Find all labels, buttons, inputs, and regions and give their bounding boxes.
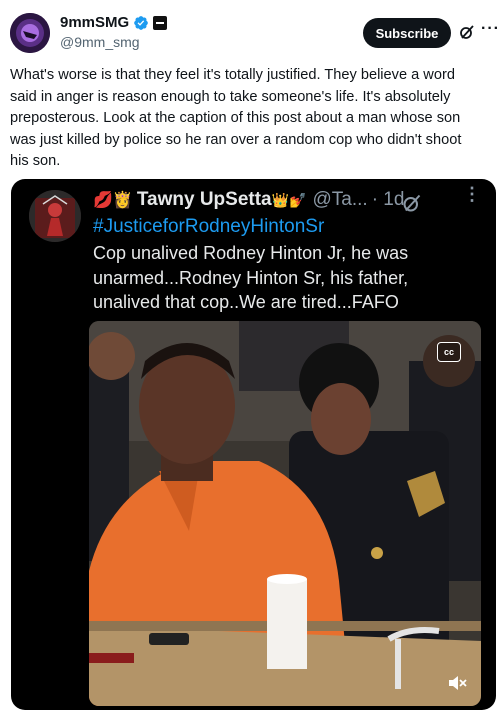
embedded-handle: @Ta...: [312, 189, 368, 210]
video-frame: [89, 321, 481, 706]
embedded-name-prefix-emoji: 💋👸: [93, 192, 133, 209]
embedded-timestamp: · 1d: [371, 189, 405, 210]
grok-icon[interactable]: [459, 24, 475, 40]
embedded-caption: Cop unalived Rodney Hinton Jr, he was un…: [93, 241, 488, 315]
subscribe-button[interactable]: Subscribe: [363, 18, 451, 48]
author-name-row: 9mmSMG: [60, 14, 168, 31]
embedded-caption-line: unarmed...Rodney Hinton Sr, his father,: [93, 267, 409, 288]
closed-captions-icon[interactable]: cc: [437, 342, 461, 362]
author-avatar[interactable]: [10, 13, 50, 53]
embedded-caption-line: Cop unalived Rodney Hinton Jr, he was: [93, 243, 409, 263]
embedded-media[interactable]: 💋👸 Tawny UpSetta 👑💅 @Ta... · 1d ⋮ #Justi…: [11, 179, 496, 710]
author-display-name[interactable]: 9mmSMG: [60, 14, 129, 31]
volume-muted-icon[interactable]: [447, 674, 467, 692]
embedded-caption-line: unalived that cop..We are tired...FAFO: [93, 292, 399, 312]
affiliate-badge-icon: [153, 15, 168, 30]
post-text: What's worse is that they feel it's tota…: [10, 65, 488, 173]
verified-badge-icon: [134, 15, 149, 30]
post-text-line: his son.: [10, 153, 61, 170]
post-header: 9mmSMG @9mm_smg Subscribe ···: [0, 0, 500, 62]
more-icon[interactable]: ···: [481, 20, 500, 38]
embedded-name-suffix-emoji: 👑💅: [271, 191, 307, 208]
post-text-line: What's worse is that they feel it's tota…: [10, 67, 455, 83]
post-text-line: said in anger is reason enough to take s…: [10, 88, 451, 105]
more-icon: ⋮: [463, 184, 481, 204]
embedded-author-avatar: [29, 190, 81, 242]
embedded-display-name: Tawny UpSetta: [136, 189, 272, 210]
grok-icon: [403, 194, 421, 212]
embedded-author-row: 💋👸 Tawny UpSetta 👑💅 @Ta... · 1d: [93, 189, 404, 211]
post-text-line: was just killed by police so he ran over…: [10, 131, 462, 148]
post-text-line: preposterous. Look at the caption of thi…: [10, 110, 461, 127]
video-player[interactable]: cc: [89, 321, 481, 706]
embedded-hashtag: #JusticeforRodneyHintonSr: [93, 216, 325, 237]
author-handle[interactable]: @9mm_smg: [60, 34, 140, 50]
